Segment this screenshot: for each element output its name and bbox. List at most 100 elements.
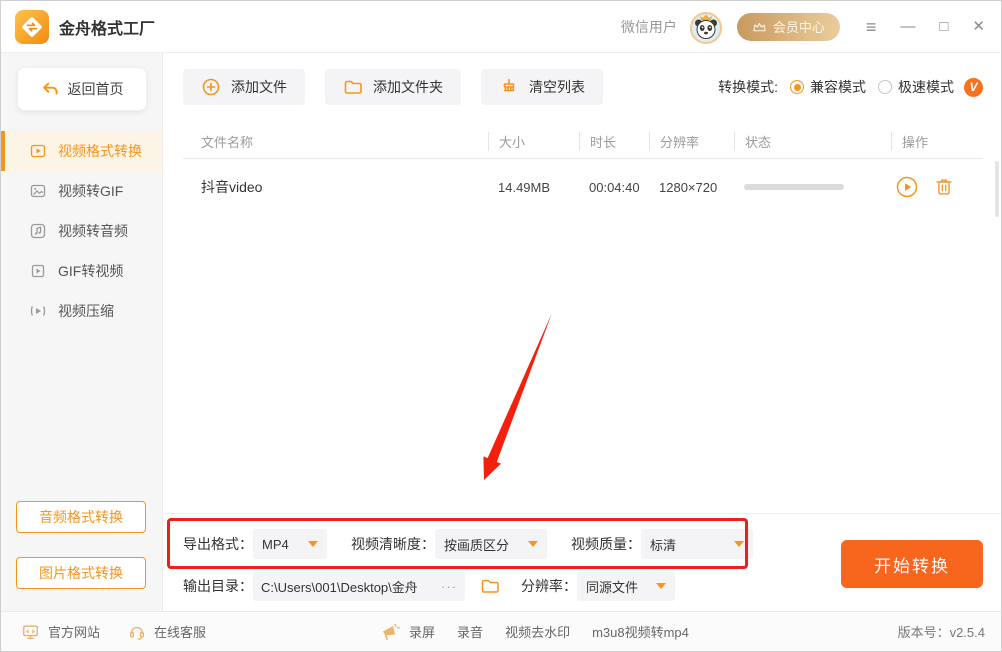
radio-selected-icon[interactable]: [790, 80, 804, 94]
delete-button[interactable]: [933, 176, 955, 198]
crown-icon: [752, 21, 767, 33]
video-icon: [29, 142, 47, 160]
table-row[interactable]: 抖音video 14.49MB 00:04:40 1280×720: [183, 159, 983, 215]
tool-m3u8-to-mp4[interactable]: m3u8视频转mp4: [592, 622, 689, 641]
output-dir-field[interactable]: C:\Users\001\Desktop\金舟 ···: [253, 571, 465, 601]
file-duration: 00:04:40: [579, 180, 649, 195]
mode-label: 转换模式:: [718, 77, 778, 97]
version-label: 版本号：v2.5.4: [898, 622, 985, 641]
vip-badge-icon: V: [964, 78, 983, 97]
broom-icon: [499, 77, 519, 97]
resolution-label: 分辨率：: [521, 576, 577, 596]
audio-convert-button[interactable]: 音频格式转换: [16, 501, 146, 533]
sidebar-item-label: 视频转音频: [58, 221, 128, 241]
row-actions: [891, 175, 983, 199]
open-folder-button[interactable]: [479, 576, 501, 596]
add-folder-label: 添加文件夹: [373, 77, 443, 97]
megaphone-icon: [379, 622, 401, 642]
clarity-dropdown[interactable]: 按画质区分: [435, 529, 547, 559]
export-format-value: MP4: [262, 537, 289, 552]
add-folder-button[interactable]: 添加文件夹: [325, 69, 461, 105]
member-center-button[interactable]: 会员中心: [737, 13, 840, 41]
col-filename: 文件名称: [183, 132, 488, 151]
play-box-icon: [29, 262, 47, 280]
clarity-label: 视频清晰度：: [351, 534, 435, 554]
toolbar: 添加文件 添加文件夹 清空列表 转换模式: 兼容: [163, 53, 1002, 105]
clear-list-label: 清空列表: [529, 77, 585, 97]
menu-icon[interactable]: ≡: [866, 18, 877, 36]
start-convert-button[interactable]: 开始转换: [841, 540, 983, 588]
file-status: [734, 184, 891, 190]
app-title: 金舟格式工厂: [59, 15, 155, 39]
main-panel: 添加文件 添加文件夹 清空列表 转换模式: 兼容: [163, 53, 1002, 613]
clear-list-button[interactable]: 清空列表: [481, 69, 603, 105]
resolution-value: 同源文件: [586, 577, 638, 596]
browse-ellipsis-button[interactable]: ···: [441, 579, 457, 594]
sidebar-item-label: 视频转GIF: [58, 181, 123, 201]
dropdown-caret-icon: [308, 541, 318, 547]
app-logo-icon: [15, 10, 49, 44]
official-website-label: 官方网站: [48, 622, 100, 641]
folder-icon: [479, 576, 501, 596]
headset-icon: [128, 623, 146, 641]
col-operation: 操作: [891, 132, 983, 151]
music-note-icon: [29, 222, 47, 240]
output-dir-value: C:\Users\001\Desktop\金舟: [261, 577, 437, 596]
file-resolution: 1280×720: [649, 180, 734, 195]
trash-icon: [933, 176, 955, 198]
official-website-link[interactable]: 官方网站: [21, 622, 100, 641]
sidebar-item-label: 视频压缩: [58, 301, 114, 321]
window-controls: ≡ — □ ✕: [866, 18, 985, 36]
resolution-dropdown[interactable]: 同源文件: [577, 571, 675, 601]
image-icon: [29, 182, 47, 200]
maximize-icon[interactable]: □: [939, 19, 948, 34]
add-file-button[interactable]: 添加文件: [183, 69, 305, 105]
sidebar-item-video-to-gif[interactable]: 视频转GIF: [1, 171, 162, 211]
add-file-label: 添加文件: [231, 77, 287, 97]
mode-option-fast[interactable]: 极速模式: [878, 77, 954, 97]
user-name: 微信用户: [621, 17, 677, 37]
sidebar-item-gif-to-video[interactable]: GIF转视频: [1, 251, 162, 291]
col-size: 大小: [488, 132, 579, 151]
quality-value: 标清: [650, 535, 676, 554]
export-format-dropdown[interactable]: MP4: [253, 529, 327, 559]
minimize-icon[interactable]: —: [900, 19, 915, 34]
file-name: 抖音video: [183, 177, 488, 197]
sidebar-nav: 视频格式转换 视频转GIF: [1, 131, 162, 331]
back-home-button[interactable]: 返回首页: [17, 67, 147, 111]
footer-tools: 录屏 录音 视频去水印 m3u8视频转mp4: [379, 622, 689, 642]
mode-option-label: 兼容模式: [810, 77, 866, 97]
close-icon[interactable]: ✕: [972, 19, 985, 34]
online-support-link[interactable]: 在线客服: [128, 622, 206, 641]
title-bar: 金舟格式工厂 微信用户 会员中心 ≡ — □ ✕: [1, 1, 1001, 53]
play-button[interactable]: [895, 175, 919, 199]
member-center-label: 会员中心: [773, 17, 825, 36]
table-header: 文件名称 大小 时长 分辨率 状态 操作: [183, 125, 983, 159]
plus-circle-icon: [201, 77, 221, 97]
tool-screen-record[interactable]: 录屏: [409, 622, 435, 641]
output-dir-label: 输出目录：: [183, 576, 253, 596]
scrollbar-thumb[interactable]: [995, 161, 999, 217]
radio-unselected-icon[interactable]: [878, 80, 892, 94]
sidebar-item-label: 视频格式转换: [58, 141, 142, 161]
export-format-label: 导出格式：: [183, 534, 253, 554]
compress-icon: [29, 302, 47, 320]
dropdown-caret-icon: [528, 541, 538, 547]
quality-label: 视频质量：: [571, 534, 641, 554]
sidebar-item-video-compress[interactable]: 视频压缩: [1, 291, 162, 331]
user-avatar[interactable]: [689, 10, 723, 44]
sidebar-item-label: GIF转视频: [58, 261, 123, 281]
output-settings-row: 输出目录： C:\Users\001\Desktop\金舟 ··· 分辨率： 同…: [183, 572, 675, 600]
format-settings-row: 导出格式： MP4 视频清晰度： 按画质区分 视频质量： 标清: [183, 528, 753, 560]
sidebar-item-video-to-audio[interactable]: 视频转音频: [1, 211, 162, 251]
sidebar-item-video-convert[interactable]: 视频格式转换: [1, 131, 162, 171]
tool-remove-watermark[interactable]: 视频去水印: [505, 622, 570, 641]
dropdown-caret-icon: [656, 583, 666, 589]
dropdown-caret-icon: [734, 541, 744, 547]
tool-audio-record[interactable]: 录音: [457, 622, 483, 641]
mode-option-compatible[interactable]: 兼容模式: [790, 77, 866, 97]
folder-icon: [343, 77, 363, 97]
image-convert-button[interactable]: 图片格式转换: [16, 557, 146, 589]
quality-dropdown[interactable]: 标清: [641, 529, 753, 559]
mode-option-label: 极速模式: [898, 77, 954, 97]
